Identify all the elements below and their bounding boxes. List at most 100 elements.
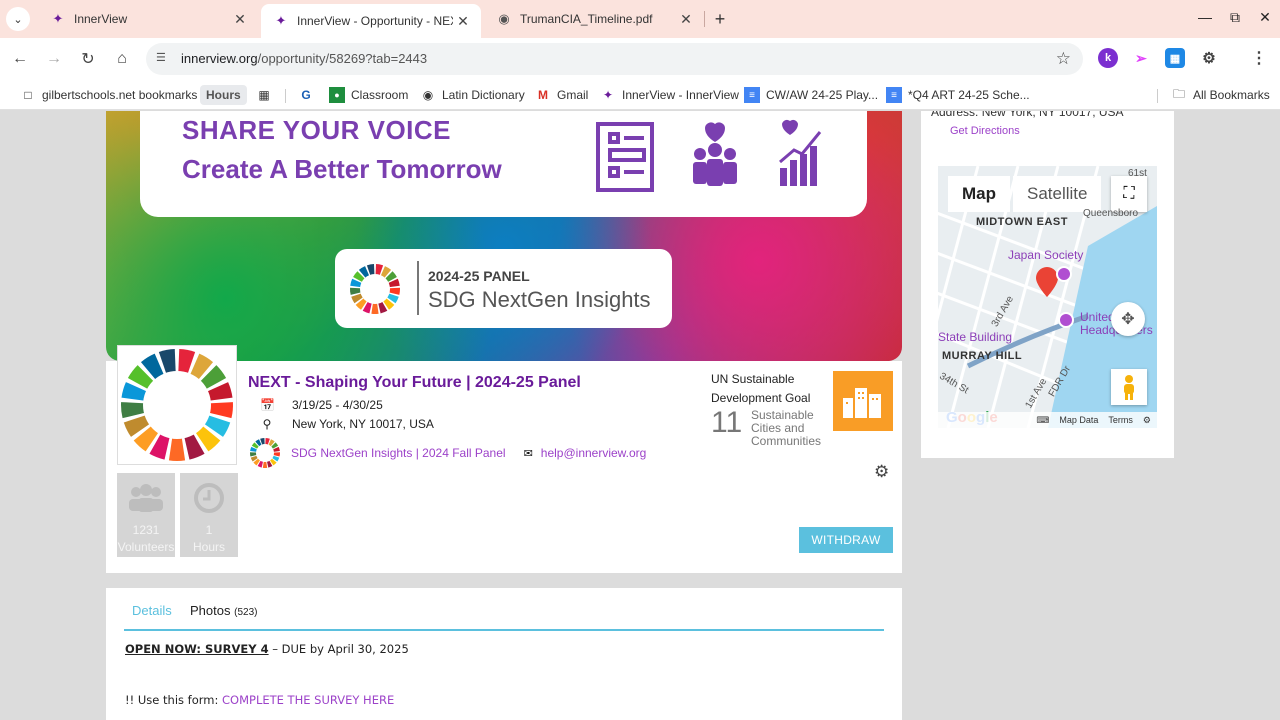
tab-separator — [704, 11, 705, 27]
extension-arrow-icon[interactable]: ➢ — [1131, 48, 1151, 68]
survey-due: – DUE by April 30, 2025 — [268, 642, 409, 656]
sdg-wheel-icon — [350, 264, 400, 314]
growth-chart-icon — [779, 119, 822, 186]
hours-count: 1 — [205, 523, 213, 537]
extensions-puzzle-icon[interactable]: ⚙ — [1199, 48, 1219, 68]
sdg-description: Sustainable Cities and Communities — [751, 408, 822, 448]
pill-panel-name: SDG NextGen Insights — [428, 287, 651, 312]
opportunity-title: NEXT - Shaping Your Future | 2024-25 Pan… — [248, 374, 581, 391]
url-text[interactable]: innerview.org/opportunity/58269?tab=2443 — [181, 51, 427, 66]
map-terms-link[interactable]: Terms — [1108, 415, 1133, 425]
minimize-icon[interactable]: — — [1188, 0, 1222, 34]
map-label: MIDTOWN EAST — [976, 216, 1068, 228]
close-icon[interactable]: ✕ — [453, 13, 473, 30]
contact-email-link[interactable]: help@innerview.org — [541, 446, 647, 460]
tab-search-button[interactable]: ⌄ — [6, 7, 30, 31]
tab-pdf[interactable]: ◉ TrumanCIA_Timeline.pdf ✕ — [484, 0, 704, 38]
extension-k-icon[interactable]: k — [1098, 48, 1118, 68]
bookmark-gmail[interactable]: M Gmail — [535, 85, 588, 105]
close-window-icon[interactable]: ✕ — [1248, 0, 1280, 34]
tab-innerview[interactable]: ✦ InnerView ✕ — [38, 0, 258, 38]
extension-square-icon[interactable]: ▦ — [1165, 48, 1185, 68]
chevron-down-icon: ⌄ — [13, 13, 23, 26]
opportunity-banner: SHARE YOUR VOICE Create A Better Tomorro… — [106, 111, 902, 361]
map-type-map[interactable]: Map — [948, 176, 1010, 212]
close-icon[interactable]: ✕ — [230, 11, 250, 28]
all-bookmarks[interactable]: 🗀 All Bookmarks — [1171, 85, 1270, 105]
site-info-icon[interactable]: ☰ — [156, 51, 170, 65]
street-view-pegman-icon[interactable] — [1111, 369, 1147, 405]
keyboard-icon[interactable]: ⌨ — [1036, 415, 1049, 426]
fullscreen-icon[interactable]: ⛶ — [1111, 176, 1147, 212]
map-type-satellite[interactable]: Satellite — [1013, 176, 1102, 212]
poi-landmark-icon — [1058, 312, 1074, 328]
bookmark-cw-aw[interactable]: ≡ CW/AW 24-25 Play... — [744, 85, 878, 105]
sdg-11-tile — [833, 371, 893, 431]
apps-grid-icon: ▦ — [258, 88, 270, 102]
map-pin-icon: ⚲ — [262, 417, 272, 431]
bookmark-classroom[interactable]: ● Classroom — [329, 85, 408, 105]
banner-panel-pill: 2024-25 PANEL SDG NextGen Insights — [335, 249, 672, 328]
survey-line: OPEN NOW: SURVEY 4 – DUE by April 30, 20… — [125, 642, 409, 656]
opportunity-dates: 3/19/25 - 4/30/25 — [292, 398, 383, 412]
sidebar-address: Address: New York, NY 10017, USA — [931, 111, 1124, 119]
address-bar[interactable]: ☰ innerview.org/opportunity/58269?tab=24… — [146, 43, 1083, 75]
reload-icon[interactable]: ↻ — [76, 47, 100, 71]
bookmark-apps[interactable]: ▦ — [256, 85, 278, 105]
bookmark-latin-dictionary[interactable]: ◉ Latin Dictionary — [420, 85, 525, 105]
tab-underline — [124, 629, 884, 631]
map-label: Japan Society — [1008, 248, 1084, 262]
banner-headline: SHARE YOUR VOICE — [182, 115, 452, 145]
survey-heading: OPEN NOW: SURVEY 4 — [125, 642, 269, 656]
bookmark-q4-art[interactable]: ≡ *Q4 ART 24-25 Sche... — [886, 85, 1030, 105]
classroom-icon: ● — [329, 87, 345, 103]
tab-opportunity[interactable]: ✦ InnerView - Opportunity - NEXT ✕ — [261, 4, 481, 38]
building-icon: □ — [24, 88, 32, 102]
browser-toolbar: ← → ↻ ⌂ ☰ innerview.org/opportunity/5826… — [0, 38, 1280, 80]
withdraw-button[interactable]: WITHDRAW — [799, 527, 893, 553]
home-icon[interactable]: ⌂ — [110, 47, 134, 71]
back-icon[interactable]: ← — [8, 47, 32, 71]
bookmark-innerview[interactable]: ✦ InnerView - InnerView — [600, 85, 739, 105]
tab-photos[interactable]: Photos (523) — [190, 603, 257, 618]
innerview-icon: ✦ — [52, 11, 64, 26]
clock-icon — [180, 481, 238, 515]
embedded-map[interactable]: Map Satellite ⛶ MIDTOWN EAST Queensboro … — [938, 166, 1157, 428]
tab-title: InnerView - Opportunity - NEXT — [297, 14, 453, 28]
banner-icons — [596, 119, 822, 192]
map-footer: ⌨ Map Data Terms ⚙ — [938, 412, 1157, 428]
settings-gear-icon[interactable]: ⚙ — [874, 462, 889, 482]
banner-subheadline: Create A Better Tomorrow — [182, 154, 502, 184]
get-directions-link[interactable]: Get Directions — [950, 125, 1020, 137]
survey-form-link[interactable]: COMPLETE THE SURVEY HERE — [222, 693, 394, 707]
new-tab-button[interactable]: + — [709, 8, 731, 30]
bookmark-star-icon[interactable]: ☆ — [1056, 49, 1071, 69]
g-icon: G — [301, 88, 311, 102]
close-icon[interactable]: ✕ — [676, 11, 696, 28]
hours-stat: 1 Hours — [180, 473, 238, 557]
tab-details[interactable]: Details — [132, 603, 172, 618]
folder-icon: 🗀 — [1172, 86, 1185, 101]
bookmarks-bar: □ gilbertschools.net bookmarks Hours ▦ G… — [0, 80, 1280, 110]
bookmark-gilbertschools[interactable]: □ gilbertschools.net bookmarks — [20, 85, 197, 105]
map-pan-control-icon[interactable]: ✥ — [1111, 302, 1145, 336]
map-label: MURRAY HILL — [942, 350, 1023, 362]
innerview-icon: ✦ — [602, 88, 614, 102]
bookmark-g[interactable]: G — [298, 85, 320, 105]
details-card: Details Photos (523) OPEN NOW: SURVEY 4 … — [106, 588, 902, 720]
forward-icon[interactable]: → — [42, 47, 66, 71]
tab-title: InnerView — [74, 12, 128, 26]
map-data-link[interactable]: Map Data — [1059, 415, 1098, 425]
map-label: Queensboro — [1083, 208, 1139, 219]
organization-link[interactable]: SDG NextGen Insights | 2024 Fall Panel — [291, 446, 506, 460]
bookmark-hours[interactable]: Hours — [200, 85, 247, 105]
map-settings-icon[interactable]: ⚙ — [1143, 415, 1151, 426]
org-logo-icon — [250, 438, 280, 468]
restore-icon[interactable]: ⧉ — [1218, 0, 1252, 34]
menu-kebab-icon[interactable]: ⋮ — [1249, 48, 1269, 68]
tab-strip: ⌄ ✦ InnerView ✕ ✦ InnerView - Opportunit… — [0, 0, 1280, 38]
pill-panel-year: 2024-25 PANEL — [428, 268, 530, 284]
sdg-number: 11 — [711, 406, 743, 439]
banner-card: SHARE YOUR VOICE Create A Better Tomorro… — [140, 111, 867, 217]
survey-form-icon — [596, 122, 654, 192]
